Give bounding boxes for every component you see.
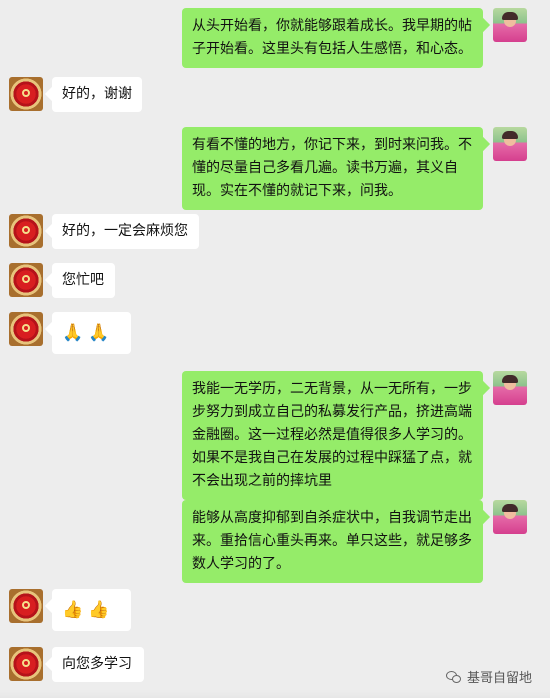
bottom-fade [0,690,550,698]
left-avatar[interactable] [9,77,43,111]
message-bubble[interactable]: 您忙吧 [52,263,115,298]
message-row: 有看不懂的地方，你记下来，到时来问我。不懂的尽量自己多看几遍。读书万遍，其义自现… [0,127,550,210]
right-avatar[interactable] [493,127,527,161]
message-row: 好的，谢谢 [0,77,550,113]
message-text: 我能一无学历，二无背景，从一无所有，一步步努力到成立自己的私募发行产品，挤进高端… [192,381,472,489]
message-bubble[interactable]: 从头开始看，你就能够跟着成长。我早期的帖子开始看。这里头有包括人生感悟，和心态。 [182,8,483,68]
message-text: 有看不懂的地方，你记下来，到时来问我。不懂的尽量自己多看几遍。读书万遍，其义自现… [192,137,472,199]
message-text: 从头开始看，你就能够跟着成长。我早期的帖子开始看。这里头有包括人生感悟，和心态。 [192,18,472,57]
message-text: 向您多学习 [62,656,132,672]
message-row: 我能一无学历，二无背景，从一无所有，一步步努力到成立自己的私募发行产品，挤进高端… [0,371,550,500]
watermark-text: 基哥自留地 [466,671,532,686]
thumbs-up-emoji-icon: 👍👍 [62,600,115,620]
wechat-icon [445,670,462,684]
left-avatar[interactable] [9,647,43,681]
right-avatar[interactable] [493,500,527,534]
message-bubble[interactable]: 我能一无学历，二无背景，从一无所有，一步步努力到成立自己的私募发行产品，挤进高端… [182,371,483,500]
right-avatar[interactable] [493,8,527,42]
message-bubble[interactable]: 好的，一定会麻烦您 [52,214,199,249]
message-bubble[interactable]: 🙏🙏 [52,312,131,354]
right-avatar[interactable] [493,371,527,405]
left-avatar[interactable] [9,214,43,248]
message-text: 好的，一定会麻烦您 [62,223,188,239]
left-avatar[interactable] [9,263,43,297]
message-row: 🙏🙏 [0,312,550,356]
message-bubble[interactable]: 向您多学习 [52,647,144,682]
message-bubble[interactable]: 好的，谢谢 [52,77,142,112]
message-bubble[interactable]: 👍👍 [52,589,131,631]
message-row: 您忙吧 [0,263,550,299]
message-text: 好的，谢谢 [62,86,132,102]
message-bubble[interactable]: 能够从高度抑郁到自杀症状中，自我调节走出来。重拾信心重头再来。单只这些，就足够多… [182,500,483,583]
pray-emoji-icon: 🙏🙏 [62,323,115,343]
left-avatar[interactable] [9,589,43,623]
message-row: 从头开始看，你就能够跟着成长。我早期的帖子开始看。这里头有包括人生感悟，和心态。 [0,8,550,68]
message-text: 您忙吧 [62,272,104,288]
chat-screen: 从头开始看，你就能够跟着成长。我早期的帖子开始看。这里头有包括人生感悟，和心态。… [0,0,550,698]
wechat-watermark: 基哥自留地 [445,667,532,686]
message-bubble[interactable]: 有看不懂的地方，你记下来，到时来问我。不懂的尽量自己多看几遍。读书万遍，其义自现… [182,127,483,210]
message-row: 能够从高度抑郁到自杀症状中，自我调节走出来。重拾信心重头再来。单只这些，就足够多… [0,500,550,583]
left-avatar[interactable] [9,312,43,346]
message-row: 👍👍 [0,589,550,633]
message-text: 能够从高度抑郁到自杀症状中，自我调节走出来。重拾信心重头再来。单只这些，就足够多… [192,510,472,572]
message-row: 好的，一定会麻烦您 [0,214,550,250]
